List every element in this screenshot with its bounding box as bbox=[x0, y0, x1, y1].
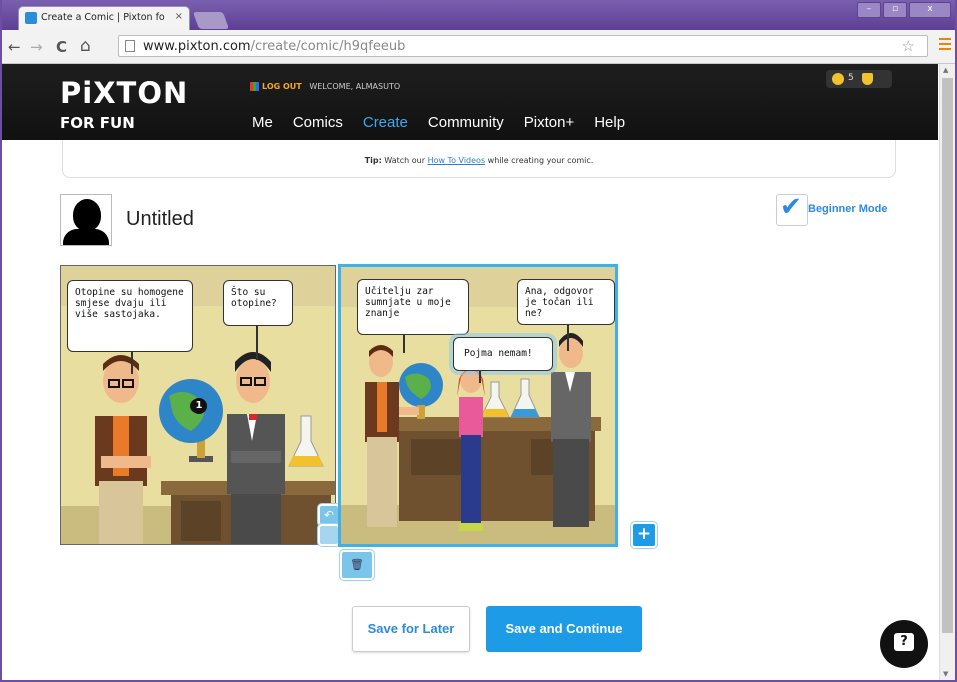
coin-count: 5 bbox=[848, 73, 854, 83]
url-path: /create/comic/h9qfeeub bbox=[250, 39, 406, 54]
shield-icon bbox=[862, 73, 873, 85]
browser-menu-icon[interactable] bbox=[939, 38, 951, 53]
browser-tab[interactable]: Create a Comic | Pixton fo × bbox=[18, 6, 190, 30]
nav-community[interactable]: Community bbox=[428, 114, 504, 131]
comic-panel-2[interactable]: Učitelju zar sumnjate u moje znanje Ana,… bbox=[338, 264, 618, 547]
logout-link[interactable]: LOG OUT bbox=[262, 82, 302, 91]
reload-icon[interactable]: C bbox=[56, 38, 67, 56]
scroll-down-arrow-icon[interactable]: ▼ bbox=[943, 670, 948, 678]
url-domain: www.pixton.com bbox=[143, 39, 251, 54]
help-chat-button[interactable]: ? bbox=[880, 620, 928, 668]
speech-bubble-4[interactable]: Ana, odgovor je točan ili ne? bbox=[517, 279, 615, 325]
speech-bubble-1[interactable]: Otopine su homogene smjese dvaju ili viš… bbox=[67, 280, 193, 352]
avatar-body-icon bbox=[63, 229, 109, 245]
page-icon bbox=[125, 40, 135, 52]
help-question-icon: ? bbox=[894, 633, 914, 651]
trash-icon[interactable]: 🗑 bbox=[340, 550, 374, 580]
coin-icon bbox=[832, 73, 844, 85]
scroll-up-arrow-icon[interactable]: ▲ bbox=[943, 66, 948, 74]
minimize-button[interactable]: – bbox=[857, 2, 881, 18]
comic-title[interactable]: Untitled bbox=[126, 208, 194, 231]
bubble-tail bbox=[479, 371, 481, 383]
pixton-favicon-icon bbox=[25, 12, 37, 24]
account-bar: LOG OUT WELCOME, ALMASUTO bbox=[250, 82, 400, 91]
add-panel-button[interactable]: + bbox=[631, 522, 657, 548]
beginner-mode-label[interactable]: Beginner Mode bbox=[808, 203, 887, 215]
bubble-tail bbox=[131, 352, 133, 374]
nav-comics[interactable]: Comics bbox=[293, 114, 343, 131]
tip-text: Tip: Watch our How To Videos while creat… bbox=[365, 156, 594, 165]
bookmark-star-icon[interactable]: ☆ bbox=[902, 37, 915, 55]
bubble-tail bbox=[567, 325, 569, 351]
maximize-button[interactable]: ▫ bbox=[883, 2, 907, 18]
panel-handle-icon[interactable] bbox=[318, 524, 340, 546]
scrollbar-thumb[interactable] bbox=[942, 78, 953, 633]
avatar[interactable] bbox=[60, 194, 112, 246]
pixton-logo[interactable]: PiXTON bbox=[60, 76, 188, 110]
speech-bubble-2[interactable]: Što su otopine? bbox=[223, 280, 293, 326]
nav-help[interactable]: Help bbox=[594, 114, 625, 131]
tip-after: while creating your comic. bbox=[485, 156, 594, 165]
browser-titlebar: Create a Comic | Pixton fo × – ▫ x bbox=[0, 0, 957, 30]
back-arrow-icon[interactable]: ← bbox=[8, 38, 21, 56]
undo-icon[interactable]: ↶ bbox=[318, 504, 340, 526]
flag-icon bbox=[250, 82, 259, 91]
how-to-videos-link[interactable]: How To Videos bbox=[428, 156, 486, 165]
save-for-later-button[interactable]: Save for Later bbox=[352, 606, 470, 652]
window-controls: – ▫ x bbox=[857, 2, 951, 18]
bubble-tail bbox=[256, 326, 258, 360]
url-text: www.pixton.com/create/comic/h9qfeeub bbox=[143, 39, 405, 54]
speech-bubble-5-selected[interactable]: Pojma nemam! bbox=[453, 337, 553, 371]
nav-me[interactable]: Me bbox=[252, 114, 273, 131]
checkmark-icon: ✔ bbox=[780, 192, 802, 222]
save-and-continue-button[interactable]: Save and Continue bbox=[486, 606, 642, 652]
comic-panel-1[interactable]: Otopine su homogene smjese dvaju ili viš… bbox=[60, 265, 336, 545]
for-fun-label: FOR FUN bbox=[60, 114, 135, 132]
tip-prefix: Tip: bbox=[364, 156, 382, 165]
nav-create[interactable]: Create bbox=[363, 114, 408, 131]
coins-widget[interactable]: 5 bbox=[826, 70, 892, 88]
new-tab-button[interactable] bbox=[192, 12, 230, 29]
tip-before: Watch our bbox=[381, 156, 428, 165]
tip-box: Tip: Watch our How To Videos while creat… bbox=[62, 140, 896, 178]
avatar-head-icon bbox=[73, 199, 101, 231]
page-scrollbar[interactable]: ▲ ▼ bbox=[939, 64, 955, 680]
site-header: PiXTON FOR FUN LOG OUT WELCOME, ALMASUTO… bbox=[2, 64, 938, 140]
address-bar[interactable]: www.pixton.com/create/comic/h9qfeeub ☆ bbox=[118, 35, 928, 57]
welcome-text: WELCOME, ALMASUTO bbox=[309, 82, 401, 91]
panel-number-badge: 1 bbox=[191, 398, 207, 414]
forward-arrow-icon[interactable]: → bbox=[30, 38, 43, 56]
bubble-tail bbox=[403, 335, 405, 353]
main-nav: Me Comics Create Community Pixton+ Help bbox=[252, 114, 645, 131]
browser-toolbar: ← → C ⌂ www.pixton.com/create/comic/h9qf… bbox=[0, 30, 957, 64]
speech-bubble-3[interactable]: Učitelju zar sumnjate u moje znanje bbox=[357, 279, 469, 335]
tab-close-icon[interactable]: × bbox=[175, 11, 183, 22]
nav-pixton-plus[interactable]: Pixton+ bbox=[524, 114, 574, 131]
close-window-button[interactable]: x bbox=[909, 2, 951, 18]
home-icon[interactable]: ⌂ bbox=[80, 36, 91, 56]
tab-title: Create a Comic | Pixton fo bbox=[41, 12, 165, 23]
